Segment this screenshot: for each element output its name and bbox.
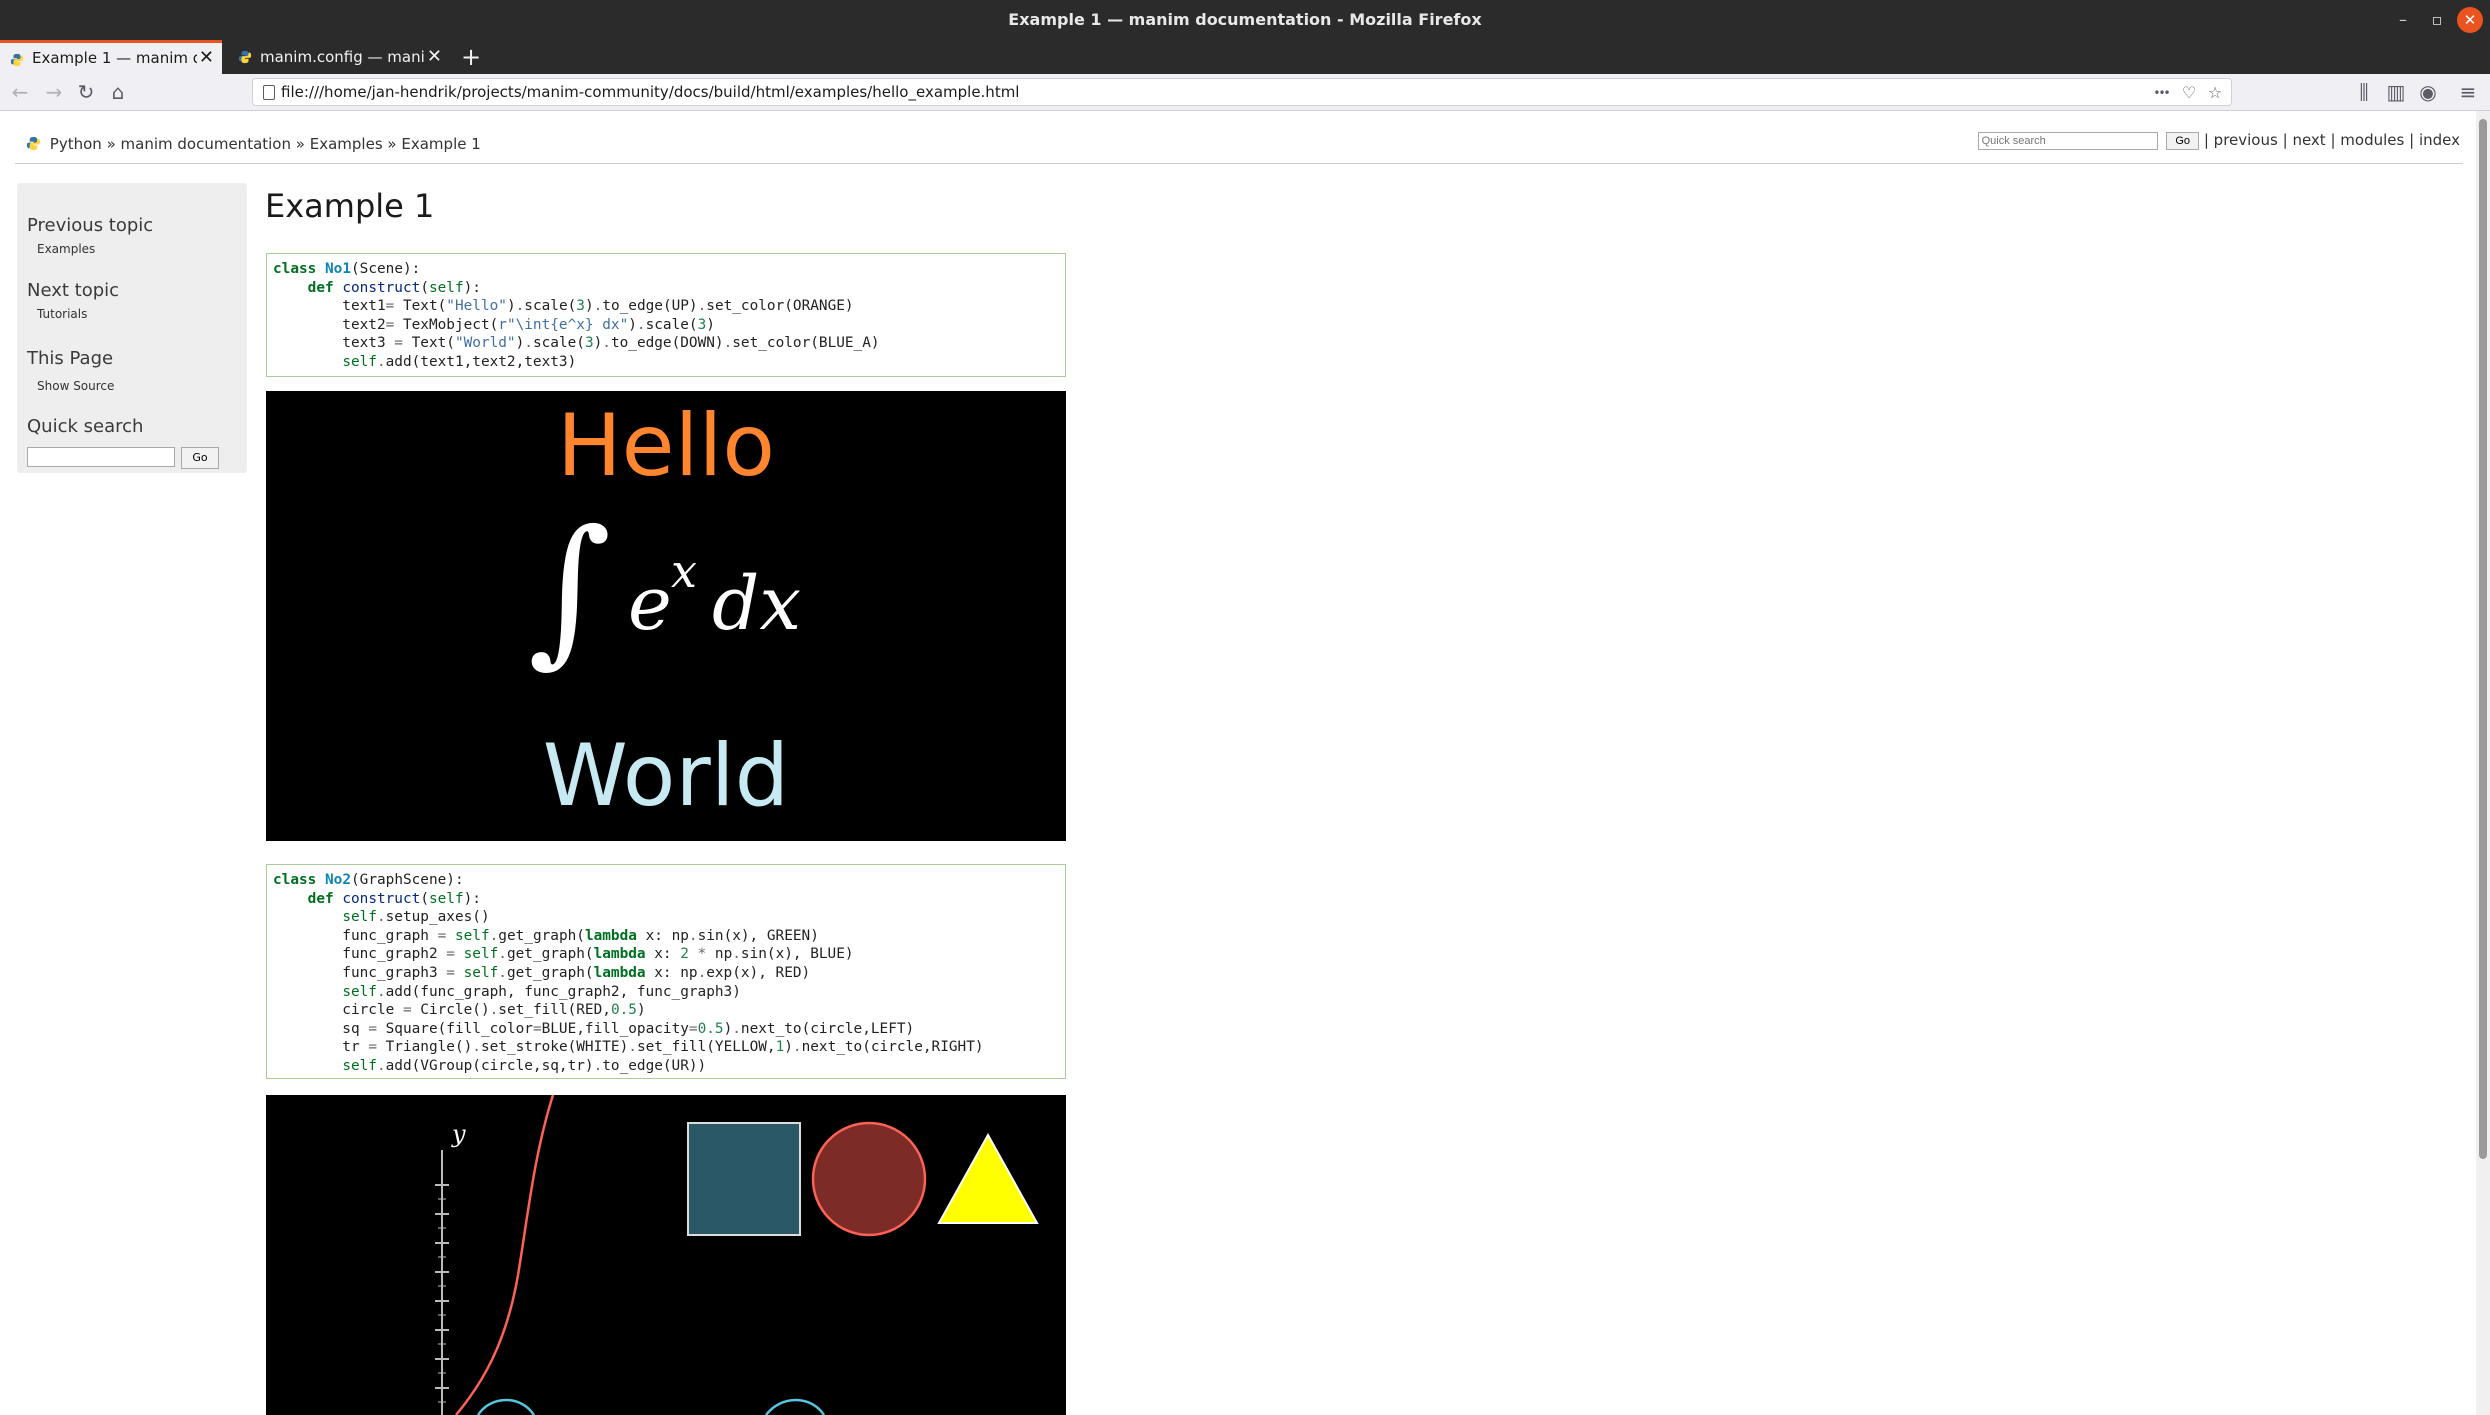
sidebar: Previous topic Examples Next topic Tutor… bbox=[17, 183, 247, 473]
integral-sign: ∫ bbox=[528, 495, 612, 682]
blue-square-shape bbox=[687, 1122, 801, 1236]
rendered-scene-no1: Hello ∫ e x dx World bbox=[266, 391, 1066, 841]
rendered-scene-no2: y bbox=[266, 1095, 1066, 1415]
sin-graph-arc-left bbox=[476, 1398, 536, 1415]
breadcrumb-examples[interactable]: Examples bbox=[310, 135, 383, 153]
red-circle-shape bbox=[811, 1121, 927, 1237]
page-scrollbar[interactable] bbox=[2476, 111, 2490, 1415]
breadcrumb-separator: » bbox=[387, 135, 397, 153]
home-button[interactable]: ⌂ bbox=[104, 78, 132, 106]
close-tab-icon[interactable]: ✕ bbox=[427, 40, 442, 74]
page-actions-icon[interactable]: ••• bbox=[2149, 81, 2173, 105]
quick-search-input[interactable] bbox=[27, 447, 175, 467]
page-content: Python » manim documentation » Examples … bbox=[0, 111, 2476, 1415]
math-dx: dx bbox=[712, 561, 802, 647]
url-text[interactable]: file:///home/jan-hendrik/projects/manim-… bbox=[281, 83, 1019, 101]
python-favicon-icon bbox=[238, 50, 252, 64]
page-info-icon[interactable] bbox=[263, 85, 275, 100]
tab-example-1[interactable]: Example 1 — manim documentation ✕ bbox=[0, 40, 222, 74]
close-tab-icon[interactable]: ✕ bbox=[199, 43, 214, 73]
navigation-toolbar: ← → ↻ ⌂ file:///home/jan-hendrik/project… bbox=[0, 74, 2490, 111]
modules-link[interactable]: modules bbox=[2340, 131, 2404, 149]
window-titlebar: Example 1 — manim documentation - Mozill… bbox=[0, 0, 2490, 40]
world-text: World bbox=[542, 726, 790, 826]
breadcrumb-python[interactable]: Python bbox=[50, 135, 102, 153]
index-link[interactable]: index bbox=[2419, 131, 2460, 149]
forward-button[interactable]: → bbox=[40, 78, 68, 106]
breadcrumb-manim-documentation[interactable]: manim documentation bbox=[121, 135, 291, 153]
python-logo-icon bbox=[26, 136, 41, 151]
breadcrumb-separator: » bbox=[106, 135, 116, 153]
library-icon[interactable]: ⫼ bbox=[2350, 78, 2378, 106]
close-window-button[interactable]: ✕ bbox=[2457, 7, 2483, 33]
this-page-heading: This Page bbox=[27, 348, 114, 369]
tab-strip: Example 1 — manim documentation ✕ manim.… bbox=[0, 40, 2490, 74]
url-bar[interactable]: file:///home/jan-hendrik/projects/manim-… bbox=[252, 78, 2232, 106]
reload-button[interactable]: ↻ bbox=[72, 78, 100, 106]
quick-search-input-top[interactable] bbox=[1977, 131, 2158, 150]
y-axis-label: y bbox=[451, 1120, 466, 1148]
maximize-button[interactable]: ▫ bbox=[2424, 7, 2450, 33]
tab-manim-config[interactable]: manim.config — manim documentation ✕ bbox=[228, 40, 450, 74]
next-topic-link[interactable]: Tutorials bbox=[37, 307, 87, 321]
graph-scene-canvas: y bbox=[435, 1095, 1039, 1415]
sin-graph-arc-right bbox=[765, 1398, 826, 1415]
code-block-no2[interactable]: class No2(GraphScene): def construct(sel… bbox=[266, 864, 1066, 1079]
quick-search-go-button[interactable]: Go bbox=[181, 447, 219, 469]
tab-label: Example 1 — manim documentation bbox=[32, 49, 197, 67]
python-favicon-icon bbox=[10, 53, 24, 67]
breadcrumb-example-1[interactable]: Example 1 bbox=[401, 135, 480, 153]
page-title: Example 1 bbox=[265, 187, 435, 225]
code-block-no1[interactable]: class No1(Scene): def construct(self): t… bbox=[266, 253, 1066, 377]
related-links: Go | previous | next | modules | index bbox=[1977, 131, 2460, 150]
new-tab-button[interactable]: + bbox=[456, 40, 486, 74]
quick-search-heading: Quick search bbox=[27, 416, 144, 437]
sidebar-toggle-icon[interactable]: ▥ bbox=[2382, 78, 2410, 106]
divider bbox=[15, 163, 2463, 164]
math-e: e bbox=[628, 561, 672, 647]
quick-search-go-button-top[interactable]: Go bbox=[2166, 131, 2200, 150]
menu-icon[interactable]: ≡ bbox=[2454, 78, 2482, 106]
previous-topic-link[interactable]: Examples bbox=[37, 242, 95, 256]
pocket-icon[interactable]: ♡ bbox=[2177, 81, 2201, 105]
minimize-button[interactable]: – bbox=[2390, 7, 2416, 33]
back-button[interactable]: ← bbox=[6, 78, 34, 106]
next-link[interactable]: next bbox=[2292, 131, 2325, 149]
yellow-triangle-shape bbox=[937, 1132, 1039, 1224]
bookmark-star-icon[interactable]: ☆ bbox=[2203, 81, 2227, 105]
window-title: Example 1 — manim documentation - Mozill… bbox=[1008, 10, 1482, 29]
account-icon[interactable]: ◉ bbox=[2414, 78, 2442, 106]
exp-graph-curve bbox=[455, 1095, 555, 1415]
previous-topic-heading: Previous topic bbox=[27, 215, 154, 236]
breadcrumb-separator: » bbox=[295, 135, 305, 153]
previous-link[interactable]: previous bbox=[2214, 131, 2278, 149]
breadcrumb: Python » manim documentation » Examples … bbox=[26, 135, 481, 153]
hello-text: Hello bbox=[557, 396, 775, 496]
math-exponent-x: x bbox=[671, 544, 697, 598]
show-source-link[interactable]: Show Source bbox=[37, 379, 114, 393]
scrollbar-thumb[interactable] bbox=[2479, 119, 2487, 1159]
tab-label: manim.config — manim documentation bbox=[260, 48, 425, 66]
next-topic-heading: Next topic bbox=[27, 280, 120, 301]
